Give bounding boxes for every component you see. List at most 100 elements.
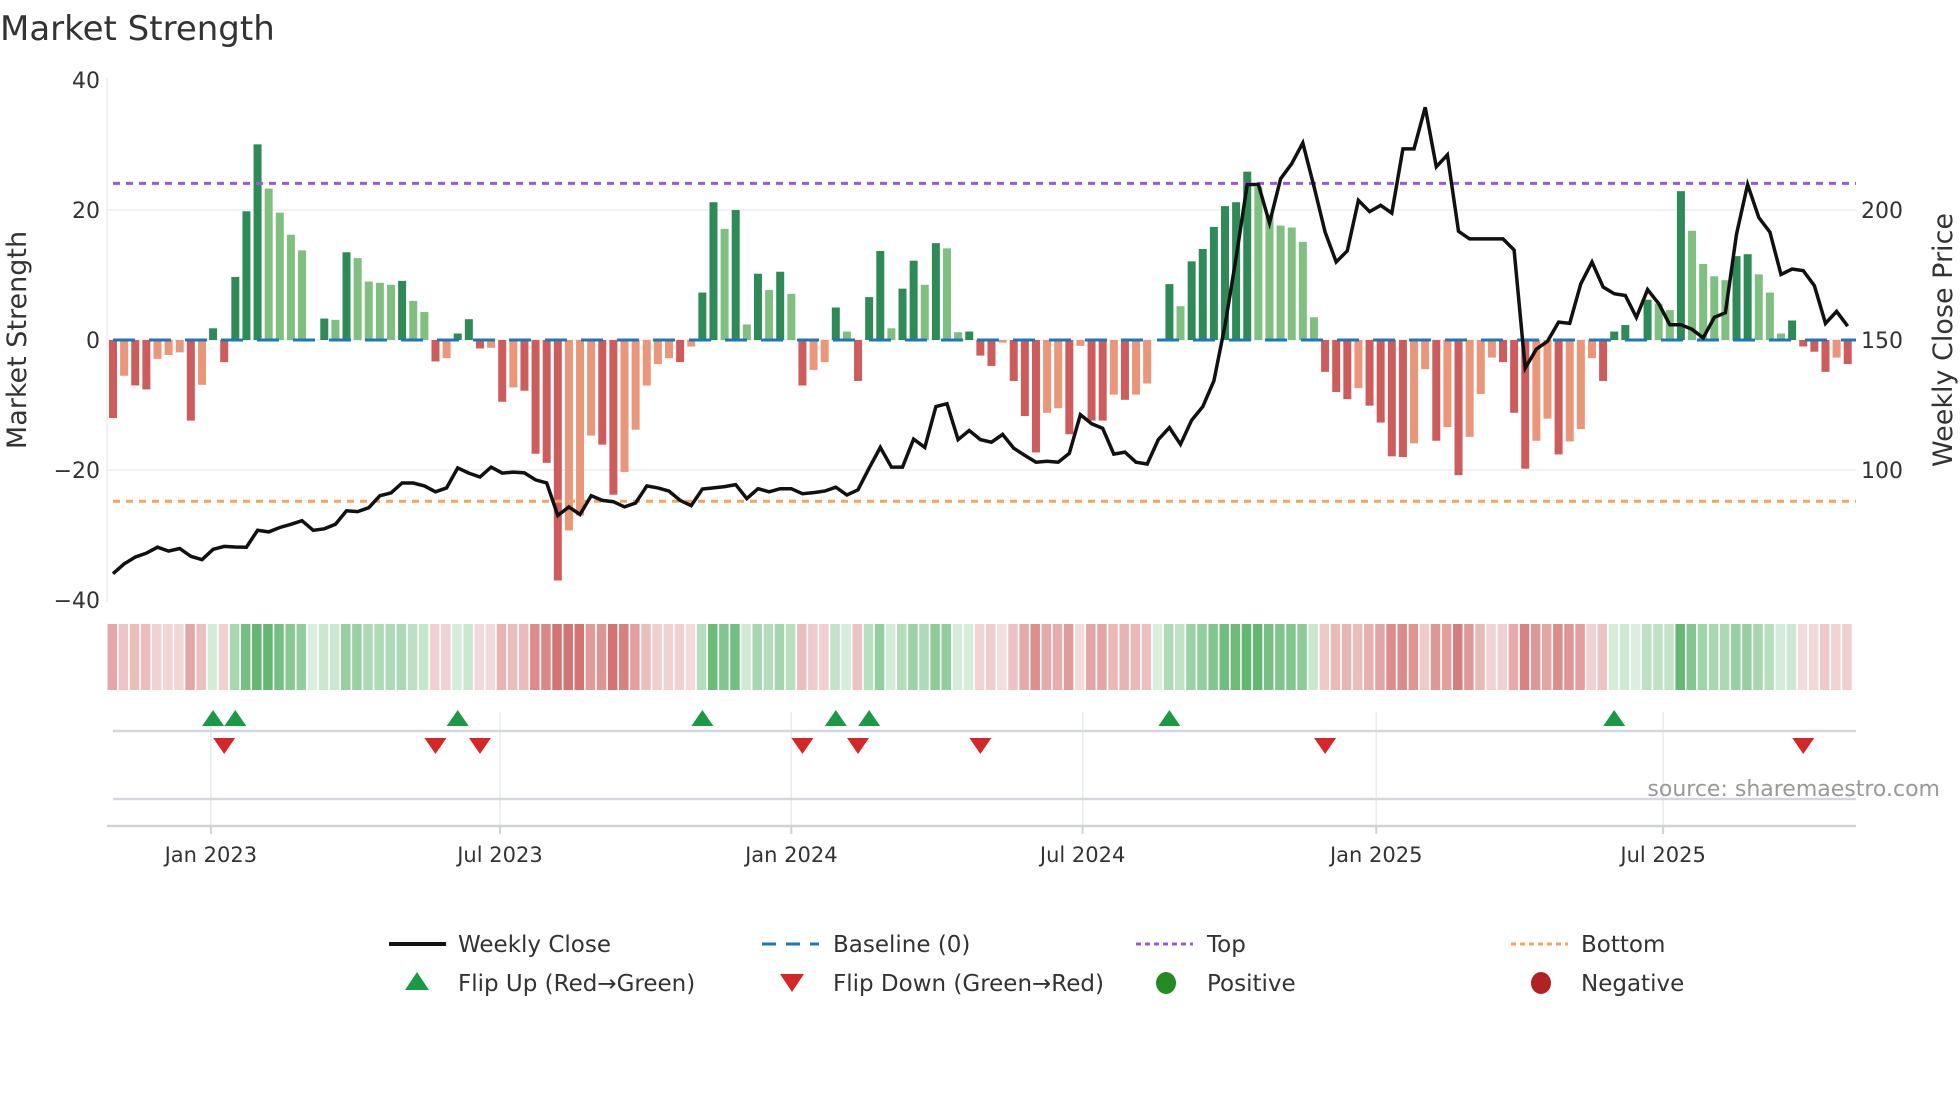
strength-bar [420,312,429,340]
strength-bar [587,340,596,436]
strength-bar [965,331,974,340]
heat-cell [908,624,918,690]
legend-baseline: Baseline (0) [833,932,970,958]
strength-bar [320,318,329,340]
strength-bar [931,243,940,340]
strength-bar [1132,340,1141,395]
strength-bar [1321,340,1330,372]
heat-cell [885,624,896,690]
strength-bar [1065,340,1074,435]
heat-cell [1653,624,1663,690]
strength-bar [1176,306,1185,340]
heat-cell [307,624,318,690]
strength-bar [342,252,351,340]
heat-cell [830,624,840,690]
heat-cell [674,624,685,690]
heat-cell [796,624,807,690]
heat-cell [441,624,451,690]
heat-cell [296,624,307,690]
strength-bar [1765,292,1774,340]
heat-cell [707,624,718,690]
heat-cell [1475,624,1485,690]
y-tick-label: 0 [86,329,100,354]
heat-cell [1074,624,1085,690]
flip-down-marker [969,738,992,754]
heat-cell [974,624,985,690]
strength-bar [1365,340,1374,406]
heat-cell [552,624,562,690]
strength-bar [731,210,740,340]
heat-cell [1719,624,1730,690]
heat-cell [1597,624,1608,690]
strength-bar [531,340,540,454]
strength-bar [1487,340,1496,358]
heat-cell [752,624,762,690]
heat-cell [1375,624,1385,690]
flip-down-marker [1792,738,1815,754]
heat-cell [463,624,473,690]
strength-bar [353,258,362,340]
heat-cell [129,624,140,690]
heat-cell [452,624,462,690]
heat-cell [1141,624,1152,690]
strength-bar [809,340,818,370]
heat-cell [1675,624,1685,690]
heat-cell [1052,624,1063,690]
heat-cell [1386,624,1396,690]
strength-bar [1287,227,1296,340]
flip-up-marker [824,710,847,726]
y-tick-label: −40 [54,589,100,614]
legend-bottom: Bottom [1581,932,1665,958]
heat-cell [1008,624,1018,690]
heat-cell [1608,624,1619,690]
heat-cell [1753,624,1763,690]
strength-bar [1087,340,1096,421]
strength-bar [275,212,284,340]
heat-cell [1197,624,1207,690]
strength-bar [264,188,273,340]
heat-cell [808,624,818,690]
y-tick-label: 40 [72,69,100,94]
heat-cell [1308,624,1318,690]
heat-cell [318,624,329,690]
strength-bar [197,340,206,385]
strength-bar [1198,249,1207,340]
flip-up-marker [202,710,225,726]
heat-cell [1341,624,1352,690]
heat-cell [285,624,295,690]
x-tick-label: Jan 2023 [163,843,258,867]
strength-bar [1432,340,1441,441]
strength-bar [1499,340,1507,363]
strength-bar [1398,340,1407,457]
heat-cell [1664,624,1674,690]
strength-bar [1098,340,1107,421]
y2-axis-ticks: 200 150 100 [1861,199,1903,484]
heat-cell [1430,624,1441,690]
y2-tick-label: 150 [1861,329,1903,354]
strength-bar [442,340,451,359]
x-tick-label: Jul 2025 [1618,843,1705,867]
heat-cell [1464,624,1474,690]
strength-bar [887,328,896,340]
strength-bar [175,340,184,353]
heat-cell [574,624,585,690]
heat-cell [1775,624,1785,690]
strength-bar [242,211,251,340]
heat-cell [985,624,996,690]
heat-cell [941,624,951,690]
heat-cell [1797,624,1808,690]
heat-cell [1186,624,1196,690]
heat-cell [863,624,874,690]
heat-cell [1742,624,1752,690]
x-tick-label: Jan 2024 [743,843,838,867]
strength-bar [1510,340,1519,413]
strength-bar [609,340,618,495]
strength-bar [1587,340,1596,359]
heat-cell [696,624,707,690]
heat-cell [719,624,729,690]
heat-cell [107,624,117,690]
strength-bar [131,340,140,386]
strength-bar [909,260,918,340]
x-tick-label: Jul 2024 [1038,843,1125,867]
strength-bar [1754,274,1763,340]
